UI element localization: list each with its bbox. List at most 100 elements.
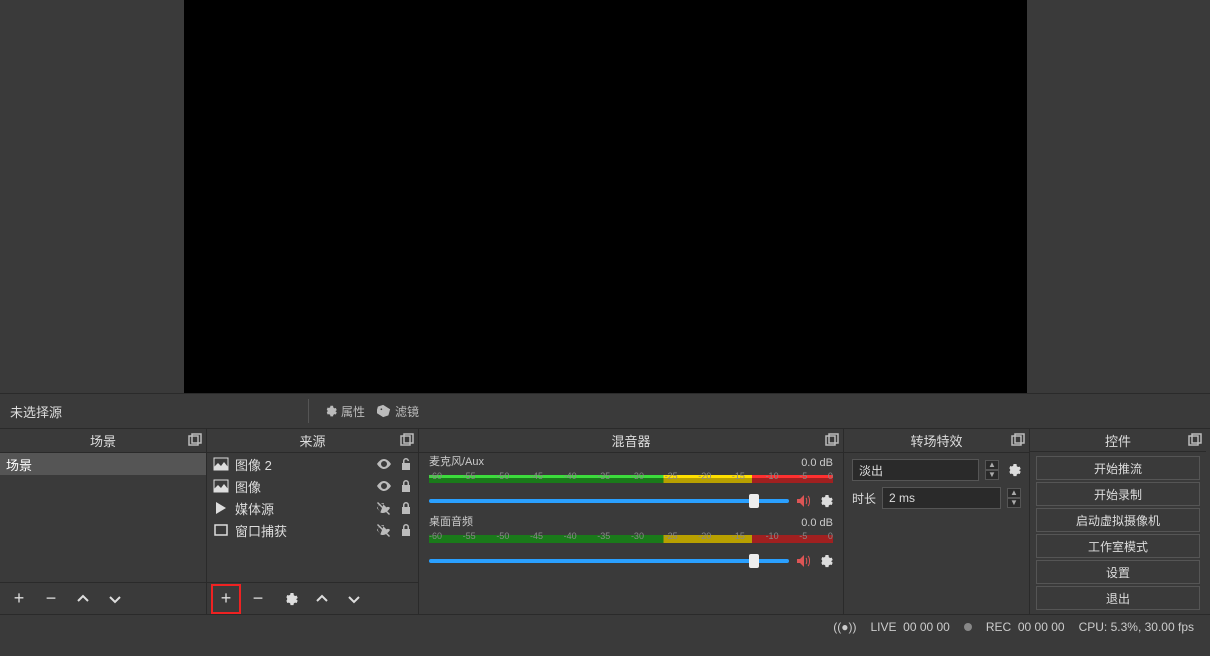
visibility-toggle[interactable] bbox=[376, 478, 392, 494]
gear-icon bbox=[323, 404, 337, 418]
scenes-title: 场景 bbox=[90, 431, 116, 450]
rect-icon bbox=[213, 522, 229, 538]
add-scene-button[interactable]: + bbox=[8, 588, 30, 610]
image-icon bbox=[213, 456, 229, 472]
separator bbox=[308, 399, 309, 423]
no-source-selected-label: 未选择源 bbox=[0, 402, 300, 421]
popout-icon[interactable] bbox=[1188, 433, 1202, 447]
remove-scene-button[interactable]: − bbox=[40, 588, 62, 610]
transition-type-spinner[interactable]: ▲▼ bbox=[985, 460, 999, 480]
source-name: 图像 2 bbox=[235, 455, 370, 474]
mixer-channel: 桌面音频 0.0 dB -60-55-50-45-40-35-30-25-20-15… bbox=[429, 515, 833, 569]
source-name: 窗口捕获 bbox=[235, 521, 370, 540]
exit-button[interactable]: 退出 bbox=[1036, 586, 1200, 610]
speaker-icon[interactable] bbox=[795, 553, 811, 569]
duration-label: 时长 bbox=[852, 490, 876, 507]
channel-db: 0.0 dB bbox=[801, 457, 833, 469]
transitions-dock: 转场特效 淡出 ▲▼ 时长 2 ms ▲▼ bbox=[844, 429, 1030, 614]
mixer-dock: 混音器 麦克风/Aux 0.0 dB -60-55-50-45-40-35-30-2… bbox=[419, 429, 844, 614]
transitions-header: 转场特效 bbox=[844, 429, 1029, 453]
popout-icon[interactable] bbox=[188, 433, 202, 447]
source-down-button[interactable] bbox=[343, 588, 365, 610]
speaker-icon[interactable] bbox=[795, 493, 811, 509]
scene-down-button[interactable] bbox=[104, 588, 126, 610]
start-record-button[interactable]: 开始录制 bbox=[1036, 482, 1200, 506]
tag-icon bbox=[377, 404, 391, 418]
visibility-toggle[interactable] bbox=[376, 522, 392, 538]
sources-toolbar: + − bbox=[207, 582, 418, 614]
source-name: 媒体源 bbox=[235, 499, 370, 518]
lock-toggle[interactable] bbox=[398, 478, 414, 494]
transition-settings-button[interactable] bbox=[1005, 462, 1021, 478]
controls-header: 控件 bbox=[1030, 429, 1206, 452]
lock-toggle[interactable] bbox=[398, 500, 414, 516]
volume-slider[interactable] bbox=[429, 559, 789, 563]
cpu-label: CPU: 5.3%, 30.00 fps bbox=[1079, 620, 1194, 634]
scene-row[interactable]: 场景 bbox=[0, 453, 206, 475]
rec-dot-icon bbox=[964, 623, 972, 631]
channel-name: 麦克风/Aux bbox=[429, 453, 484, 469]
play-icon bbox=[213, 500, 229, 516]
visibility-toggle[interactable] bbox=[376, 456, 392, 472]
properties-button[interactable]: 属性 bbox=[317, 401, 371, 422]
live-label: LIVE bbox=[870, 620, 896, 634]
transitions-title: 转场特效 bbox=[910, 431, 962, 450]
popout-icon[interactable] bbox=[825, 433, 839, 447]
source-row[interactable]: 图像 2 bbox=[207, 453, 418, 475]
image-icon bbox=[213, 478, 229, 494]
sources-title: 来源 bbox=[299, 431, 325, 450]
scene-up-button[interactable] bbox=[72, 588, 94, 610]
studio-mode-button[interactable]: 工作室模式 bbox=[1036, 534, 1200, 558]
context-toolbar: 未选择源 属性 滤镜 bbox=[0, 393, 1210, 429]
rec-label: REC bbox=[986, 620, 1011, 634]
controls-dock: 控件 开始推流开始录制启动虚拟摄像机工作室模式设置退出 bbox=[1030, 429, 1206, 614]
source-up-button[interactable] bbox=[311, 588, 333, 610]
network-icon: ((●)) bbox=[833, 620, 856, 634]
add-source-button[interactable]: + bbox=[215, 588, 237, 610]
transition-value: 淡出 bbox=[859, 462, 883, 479]
preview-canvas[interactable] bbox=[184, 0, 1027, 393]
popout-icon[interactable] bbox=[400, 433, 414, 447]
scenes-dock: 场景 场景 + − bbox=[0, 429, 207, 614]
properties-label: 属性 bbox=[341, 403, 365, 420]
source-row[interactable]: 图像 bbox=[207, 475, 418, 497]
source-row[interactable]: 媒体源 bbox=[207, 497, 418, 519]
mixer-channel: 麦克风/Aux 0.0 dB -60-55-50-45-40-35-30-25-20… bbox=[429, 455, 833, 509]
filters-button[interactable]: 滤镜 bbox=[371, 401, 425, 422]
source-row[interactable]: 窗口捕获 bbox=[207, 519, 418, 541]
duration-spinner[interactable]: ▲▼ bbox=[1007, 488, 1021, 508]
settings-button[interactable]: 设置 bbox=[1036, 560, 1200, 584]
remove-source-button[interactable]: − bbox=[247, 588, 269, 610]
duration-value: 2 ms bbox=[889, 491, 915, 505]
lock-toggle[interactable] bbox=[398, 522, 414, 538]
channel-settings-button[interactable] bbox=[817, 493, 833, 509]
start-virtual-cam-button[interactable]: 启动虚拟摄像机 bbox=[1036, 508, 1200, 532]
controls-title: 控件 bbox=[1105, 431, 1131, 450]
lock-toggle[interactable] bbox=[398, 456, 414, 472]
scenes-header: 场景 bbox=[0, 429, 206, 453]
sources-header: 来源 bbox=[207, 429, 418, 453]
channel-name: 桌面音频 bbox=[429, 513, 473, 529]
popout-icon[interactable] bbox=[1011, 433, 1025, 447]
source-properties-button[interactable] bbox=[279, 588, 301, 610]
audio-meter: -60-55-50-45-40-35-30-25-20-15-10-50 bbox=[429, 471, 833, 489]
live-time: 00 00 00 bbox=[903, 620, 950, 634]
duration-input[interactable]: 2 ms bbox=[882, 487, 1001, 509]
preview-area bbox=[0, 0, 1210, 393]
mixer-title: 混音器 bbox=[611, 431, 650, 450]
start-stream-button[interactable]: 开始推流 bbox=[1036, 456, 1200, 480]
filters-label: 滤镜 bbox=[395, 403, 419, 420]
volume-slider[interactable] bbox=[429, 499, 789, 503]
status-bar: ((●)) LIVE 00 00 00 REC 00 00 00 CPU: 5.… bbox=[0, 614, 1210, 638]
channel-settings-button[interactable] bbox=[817, 553, 833, 569]
visibility-toggle[interactable] bbox=[376, 500, 392, 516]
scenes-toolbar: + − bbox=[0, 582, 206, 614]
channel-db: 0.0 dB bbox=[801, 517, 833, 529]
source-name: 图像 bbox=[235, 477, 370, 496]
transition-select[interactable]: 淡出 bbox=[852, 459, 979, 481]
sources-dock: 来源 图像 2 图像媒体源窗口捕获 + − bbox=[207, 429, 419, 614]
scene-name: 场景 bbox=[6, 455, 32, 474]
mixer-header: 混音器 bbox=[419, 429, 843, 453]
audio-meter: -60-55-50-45-40-35-30-25-20-15-10-50 bbox=[429, 531, 833, 549]
rec-time: 00 00 00 bbox=[1018, 620, 1065, 634]
